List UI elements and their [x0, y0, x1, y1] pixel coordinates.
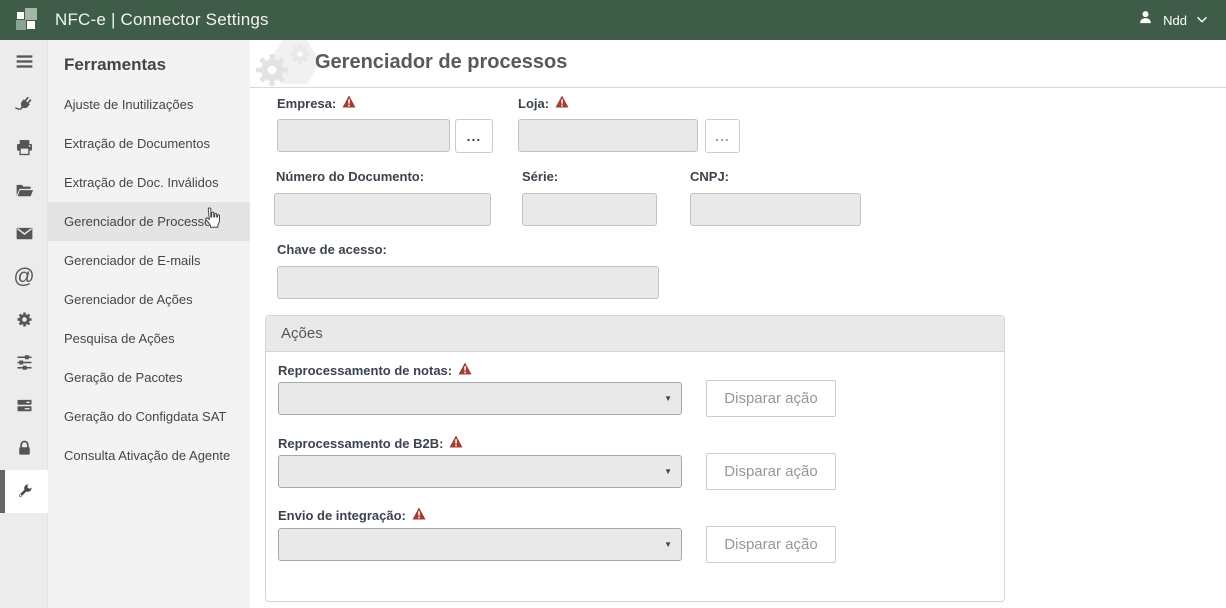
empresa-input[interactable] [277, 119, 450, 152]
warning-icon [449, 435, 463, 451]
folder-open-icon[interactable] [0, 169, 48, 212]
server-icon[interactable] [0, 384, 48, 427]
chave-acesso-input[interactable] [277, 266, 659, 299]
menu-item-pesquisa-acoes[interactable]: Pesquisa de Ações [48, 319, 250, 358]
warning-icon [458, 362, 472, 378]
reprocessamento-notas-label: Reprocessamento de notas: [278, 362, 472, 378]
menu-item-gerenciador-emails[interactable]: Gerenciador de E-mails [48, 241, 250, 280]
chave-acesso-label: Chave de acesso: [277, 242, 387, 257]
acoes-panel-header: Ações [266, 316, 1004, 352]
plug-icon[interactable] [0, 83, 48, 126]
top-bar: NFC-e | Connector Settings Ndd [0, 0, 1226, 40]
disparar-acao-b2b-button[interactable]: Disparar ação [706, 453, 836, 490]
hamburger-menu-icon[interactable] [0, 40, 48, 83]
sliders-icon[interactable] [0, 341, 48, 384]
page-header: Gerenciador de processos [250, 40, 1226, 88]
page-title: Gerenciador de processos [315, 51, 567, 74]
tools-menu: Ferramentas Ajuste de Inutilizações Extr… [48, 40, 250, 608]
lock-icon[interactable] [0, 427, 48, 470]
main-content: Gerenciador de processos Empresa: ... Lo… [250, 40, 1226, 608]
chevron-down-icon [1196, 11, 1208, 29]
warning-icon [555, 95, 569, 111]
menu-item-gerenciador-processos[interactable]: Gerenciador de Processos [48, 202, 250, 241]
envio-integracao-select[interactable] [278, 528, 682, 561]
disparar-acao-notas-button[interactable]: Disparar ação [706, 380, 836, 417]
acoes-panel: Ações Reprocessamento de notas: Disparar… [265, 315, 1005, 602]
empresa-browse-button[interactable]: ... [455, 119, 493, 153]
numero-documento-label: Número do Documento: [276, 169, 424, 184]
printer-icon[interactable] [0, 126, 48, 169]
numero-documento-input[interactable] [274, 193, 491, 226]
menu-item-consulta-ativacao-agente[interactable]: Consulta Ativação de Agente [48, 436, 250, 475]
menu-item-extracao-doc-invalidos[interactable]: Extração de Doc. Inválidos [48, 163, 250, 202]
empresa-label: Empresa: [277, 95, 356, 111]
menu-title: Ferramentas [48, 40, 250, 85]
menu-item-extracao-documentos[interactable]: Extração de Documentos [48, 124, 250, 163]
menu-item-geracao-pacotes[interactable]: Geração de Pacotes [48, 358, 250, 397]
warning-icon [342, 95, 356, 111]
loja-browse-button[interactable]: ... [705, 119, 740, 153]
reprocessamento-b2b-select[interactable] [278, 455, 682, 488]
disparar-acao-integracao-button[interactable]: Disparar ação [706, 526, 836, 563]
serie-input[interactable] [522, 193, 657, 226]
menu-item-geracao-configdata-sat[interactable]: Geração do Configdata SAT [48, 397, 250, 436]
icon-sidebar [0, 40, 48, 608]
envio-integracao-label: Envio de integração: [278, 507, 426, 523]
wrench-icon[interactable] [0, 470, 48, 513]
envelope-icon[interactable] [0, 212, 48, 255]
user-icon [1137, 9, 1154, 31]
gear-icon[interactable] [0, 298, 48, 341]
app-title: NFC-e | Connector Settings [55, 10, 269, 30]
reprocessamento-b2b-label: Reprocessamento de B2B: [278, 435, 463, 451]
cnpj-input[interactable] [690, 193, 861, 226]
gears-watermark-icon [250, 40, 322, 95]
loja-input[interactable] [518, 119, 698, 152]
user-name: Ndd [1163, 13, 1187, 28]
app-logo [14, 7, 41, 34]
cnpj-label: CNPJ: [690, 169, 729, 184]
warning-icon [412, 507, 426, 523]
at-sign-icon[interactable] [0, 255, 48, 298]
menu-item-ajuste-inutilizacoes[interactable]: Ajuste de Inutilizações [48, 85, 250, 124]
menu-item-gerenciador-acoes[interactable]: Gerenciador de Ações [48, 280, 250, 319]
serie-label: Série: [522, 169, 558, 184]
reprocessamento-notas-select[interactable] [278, 382, 682, 415]
loja-label: Loja: [518, 95, 569, 111]
user-menu[interactable]: Ndd [1137, 9, 1208, 31]
